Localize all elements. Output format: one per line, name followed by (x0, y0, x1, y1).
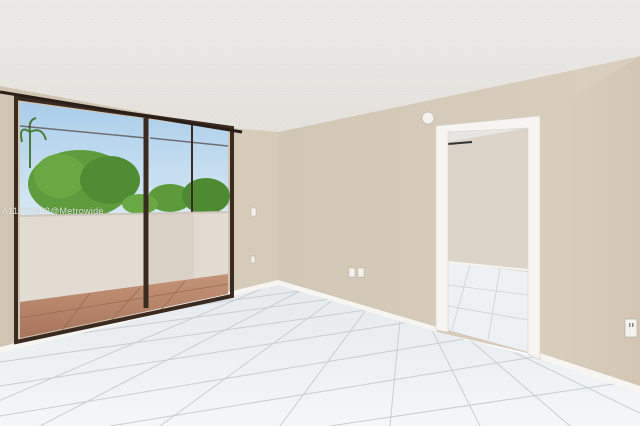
light-switch (250, 207, 257, 217)
watermark-text: A11870982@Metrowide (2, 206, 104, 216)
right-outlet (624, 318, 638, 338)
doorway (435, 115, 541, 361)
left-outlet (250, 255, 256, 264)
smoke-detector (421, 111, 435, 125)
